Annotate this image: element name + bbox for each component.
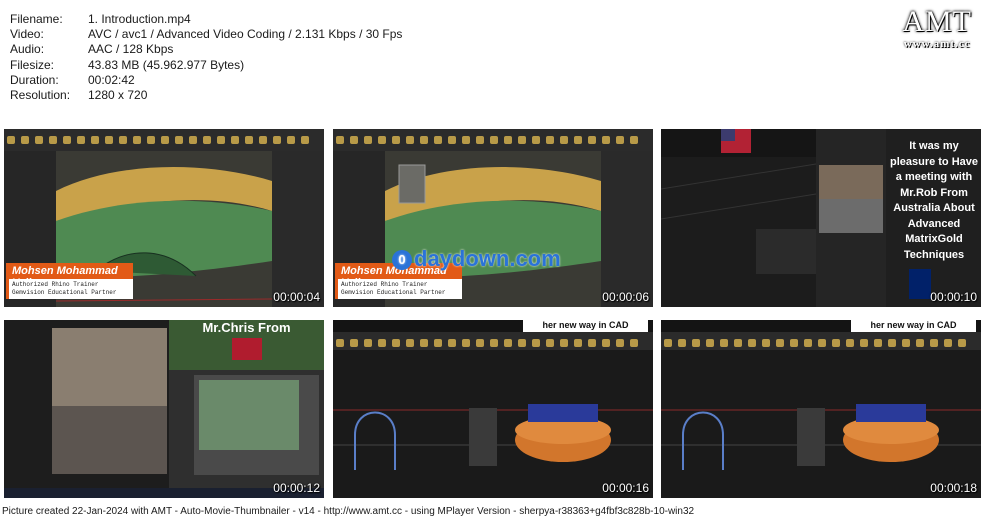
thumbnail-1[interactable]: Mohsen Mohammad Vali Authorized Rhino Tr… <box>4 129 324 307</box>
timestamp: 00:00:06 <box>602 290 649 304</box>
title-line: Gemvision Educational Partner <box>12 289 117 296</box>
timestamp: 00:00:12 <box>273 481 320 495</box>
thumbnail-2[interactable]: Mohsen Mohammad Vali Authorized Rhino Tr… <box>333 129 653 307</box>
duration-value: 00:02:42 <box>88 72 135 87</box>
resolution-value: 1280 x 720 <box>88 88 148 103</box>
audio-value: AAC / 128 Kbps <box>88 42 174 57</box>
thumbnail-5[interactable]: her new way in CAD 00:00:16 <box>333 320 653 498</box>
label: Duration: <box>10 72 59 87</box>
call-scene <box>4 320 324 498</box>
watermark-text: daydown.com <box>414 246 561 271</box>
toolbar <box>4 129 324 164</box>
right-panel <box>272 151 324 307</box>
label: Video: <box>10 27 44 42</box>
timestamp: 00:00:10 <box>930 290 977 304</box>
right-panel <box>601 151 653 307</box>
label: Audio: <box>10 42 45 57</box>
watermark-icon: 0 <box>392 250 412 271</box>
label: Filename: <box>10 12 63 26</box>
title-line: Gemvision Educational Partner <box>341 289 446 296</box>
footer-text: Picture created 22-Jan-2024 with AMT - A… <box>2 506 695 517</box>
toolbar <box>333 129 653 164</box>
logo-url: www.amt.cc <box>903 38 971 50</box>
thumbnail-3[interactable]: It was my pleasure to Have a meeting wit… <box>661 129 981 307</box>
caption: It was my pleasure to Have a meeting wit… <box>889 140 979 261</box>
video-value: AVC / avc1 / Advanced Video Coding / 2.1… <box>88 27 403 42</box>
label: Filesize: <box>10 57 55 72</box>
presenter-title: Authorized Rhino Trainer Gemvision Educat… <box>335 279 462 299</box>
logo-title: AMT <box>902 5 972 38</box>
amt-logo: AMT www.amt.cc <box>902 5 972 51</box>
file-info: Filename: 1. Introduction.mp4 Video: AVC /… <box>10 12 402 103</box>
toolbar <box>333 332 653 367</box>
thumbnail-4[interactable]: Mr.Chris From 00:00:12 <box>4 320 324 498</box>
timestamp: 00:00:04 <box>273 290 320 304</box>
caption: Mr.Chris From <box>202 320 291 335</box>
viewport-model <box>661 350 981 498</box>
caption: her new way in CAD <box>851 320 976 332</box>
timestamp: 00:00:16 <box>602 481 649 495</box>
filesize-value: 43.83 MB (45.962.977 Bytes) <box>88 57 245 72</box>
thumbnail-6[interactable]: her new way in CAD 00:00:18 <box>661 320 981 498</box>
timestamp: 00:00:18 <box>930 481 977 495</box>
title-line: Authorized Rhino Trainer <box>12 281 99 288</box>
presenter-title: Authorized Rhino Trainer Gemvision Educat… <box>6 279 133 299</box>
viewport-model <box>333 350 653 498</box>
toolbar <box>661 332 981 367</box>
title-line: Authorized Rhino Trainer <box>341 281 428 288</box>
label: Resolution: <box>10 88 71 103</box>
caption: her new way in CAD <box>523 320 648 332</box>
filename-value: 1. Introduction.mp4 <box>88 12 191 26</box>
watermark: 0 daydown.com <box>392 246 561 272</box>
